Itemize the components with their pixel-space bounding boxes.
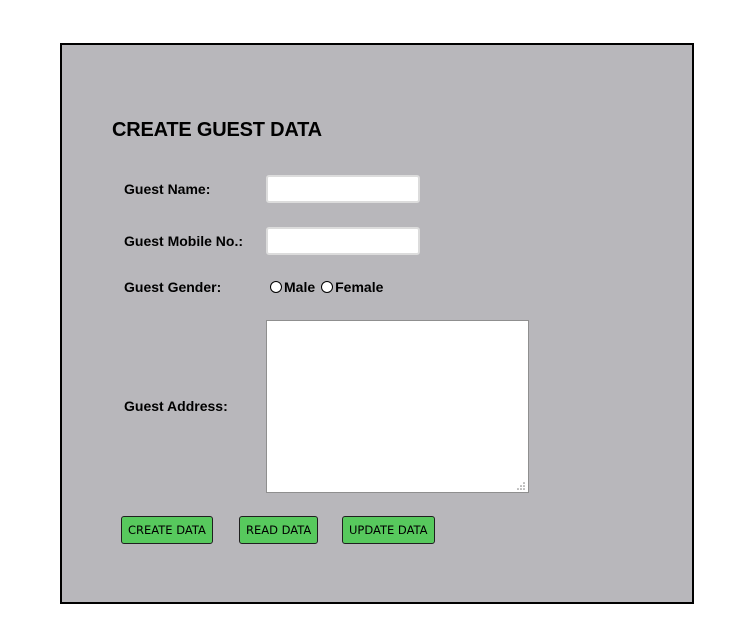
gender-radio-group: Male Female <box>270 279 389 295</box>
read-data-button[interactable]: READ DATA <box>239 516 319 544</box>
guest-name-label: Guest Name: <box>124 181 211 197</box>
female-radio-label: Female <box>335 279 384 295</box>
form-title: CREATE GUEST DATA <box>112 119 322 141</box>
guest-address-label: Guest Address: <box>124 398 228 414</box>
guest-gender-label: Guest Gender: <box>124 279 222 295</box>
male-radio-button[interactable] <box>270 281 282 293</box>
male-radio-label: Male <box>284 279 316 295</box>
guest-name-input[interactable] <box>266 175 420 203</box>
guest-mobile-input[interactable] <box>266 227 420 255</box>
update-data-button[interactable]: UPDATE DATA <box>342 516 435 544</box>
female-radio-button[interactable] <box>321 281 334 293</box>
create-data-button[interactable]: CREATE DATA <box>121 516 213 544</box>
guest-address-textarea[interactable] <box>266 320 529 493</box>
guest-form-panel: CREATE GUEST DATA Guest Name: Guest Mobi… <box>60 43 694 604</box>
guest-mobile-label: Guest Mobile No.: <box>124 233 243 249</box>
gender-option-male[interactable]: Male <box>270 279 315 295</box>
gender-option-female[interactable]: Female <box>321 279 383 295</box>
